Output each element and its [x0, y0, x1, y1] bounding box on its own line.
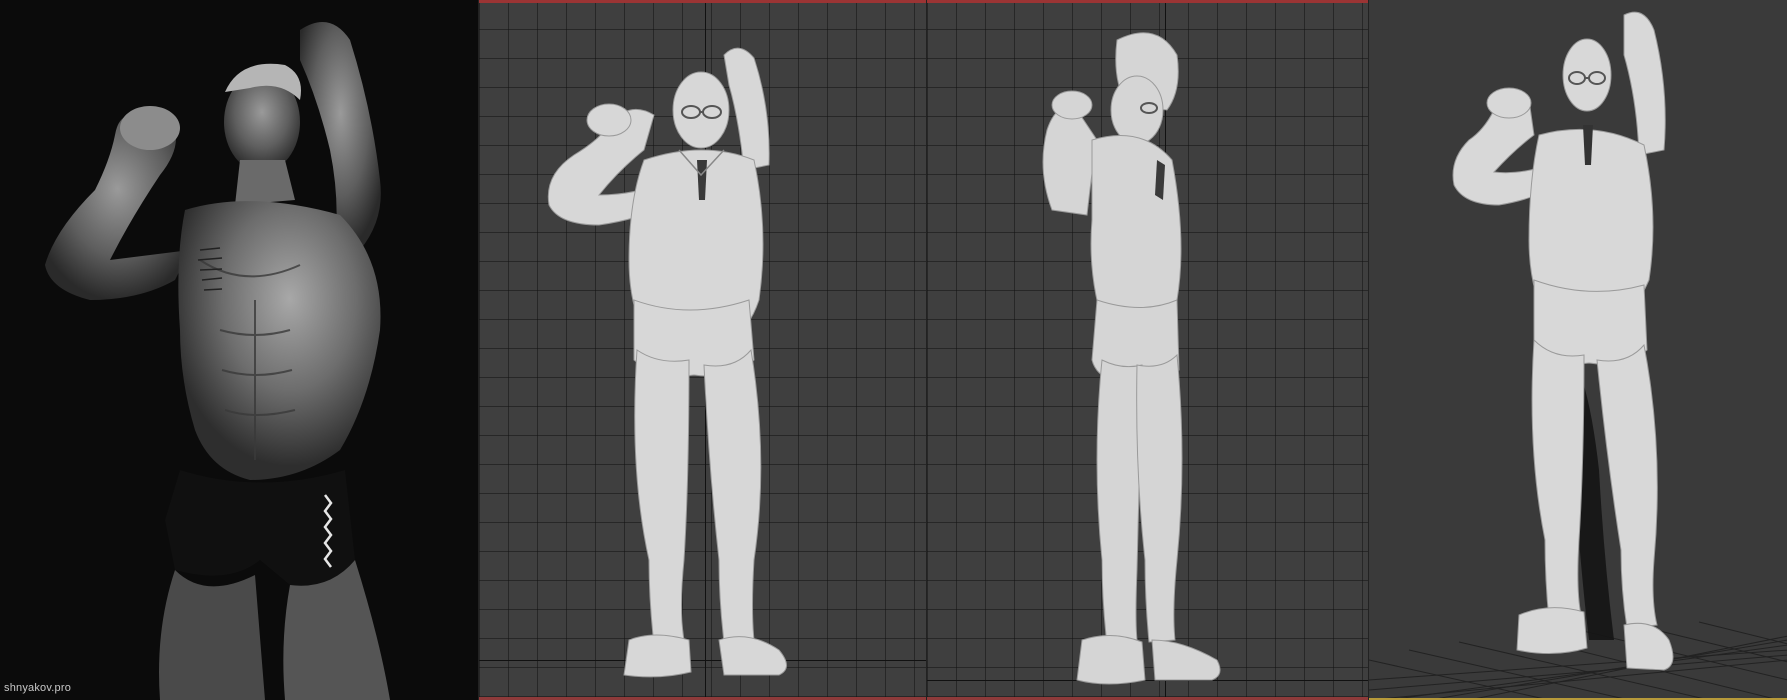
model-perspective-view	[1452, 11, 1674, 671]
reference-photo-panel: shnyakov.pro	[0, 0, 478, 700]
front-viewport[interactable]	[478, 0, 926, 700]
model-front-view	[547, 47, 787, 678]
reference-photo	[45, 22, 390, 700]
side-viewport[interactable]	[926, 0, 1368, 700]
image-strip: shnyakov.pro	[0, 0, 1787, 700]
watermark-text: shnyakov.pro	[4, 682, 72, 694]
model-side-view	[1042, 32, 1221, 685]
perspective-viewport[interactable]	[1368, 0, 1787, 700]
